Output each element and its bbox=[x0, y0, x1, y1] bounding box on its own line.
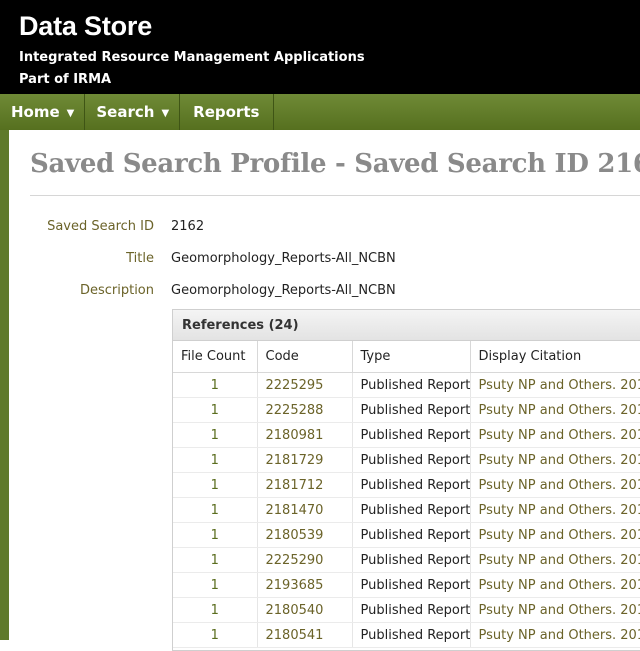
table-row: 1 2181729 Published Report Psuty NP and Oth… bbox=[173, 447, 640, 473]
nav-reports[interactable]: Reports bbox=[180, 94, 275, 130]
main-content: Saved Search Profile - Saved Search ID 2… bbox=[9, 130, 640, 651]
saved-search-id-value: 2162 bbox=[171, 219, 205, 234]
file-count-cell: 1 bbox=[173, 397, 258, 423]
table-row: 1 2225290 Published Report Psuty NP and Oth… bbox=[173, 547, 640, 573]
table-row: 1 2180540 Published Report Psuty NP and Oth… bbox=[173, 597, 640, 623]
citation-link[interactable]: Psuty NP and Others. 2013. S bbox=[470, 572, 640, 598]
code-link[interactable]: 2225288 bbox=[257, 397, 353, 423]
type-cell: Published Report bbox=[352, 372, 471, 398]
type-cell: Published Report bbox=[352, 472, 471, 498]
file-count-cell: 1 bbox=[173, 597, 258, 623]
type-cell: Published Report bbox=[352, 622, 471, 648]
app-subtitle: Integrated Resource Management Applicati… bbox=[19, 50, 365, 65]
code-link[interactable]: 2225290 bbox=[257, 547, 353, 573]
code-link[interactable]: 2225295 bbox=[257, 372, 353, 398]
title-divider bbox=[30, 195, 640, 196]
type-cell: Published Report bbox=[352, 522, 471, 548]
description-label: Description bbox=[79, 283, 154, 298]
code-link[interactable]: 2180540 bbox=[257, 597, 353, 623]
citation-link[interactable]: Psuty NP and Others. 2011. S bbox=[470, 447, 640, 473]
citation-link[interactable]: Psuty NP and Others. 2011. S bbox=[470, 522, 640, 548]
app-parent-label: Part of IRMA bbox=[19, 72, 112, 87]
type-cell: Published Report bbox=[352, 497, 471, 523]
code-link[interactable]: 2180539 bbox=[257, 522, 353, 548]
citation-link[interactable]: Psuty NP and Others. 2011. S bbox=[470, 472, 640, 498]
code-link[interactable]: 2193685 bbox=[257, 572, 353, 598]
citation-link[interactable]: Psuty NP and Others. 2011. S bbox=[470, 497, 640, 523]
table-row: 1 2225288 Published Report Psuty NP and Oth… bbox=[173, 397, 640, 423]
citation-link[interactable]: Psuty NP and Others. 2011. S bbox=[470, 622, 640, 648]
code-link[interactable]: 2181729 bbox=[257, 447, 353, 473]
code-link[interactable]: 2181470 bbox=[257, 497, 353, 523]
column-header-code[interactable]: Code bbox=[257, 341, 353, 373]
type-cell: Published Report bbox=[352, 422, 471, 448]
file-count-cell: 1 bbox=[173, 522, 258, 548]
type-cell: Published Report bbox=[352, 597, 471, 623]
file-count-cell: 1 bbox=[173, 622, 258, 648]
nav-home-label: Home bbox=[11, 103, 60, 121]
chevron-down-icon: ▼ bbox=[66, 108, 75, 119]
main-nav: Home ▼ Search ▼ Reports bbox=[0, 94, 640, 130]
title-label: Title bbox=[126, 251, 154, 266]
table-row: 1 2180539 Published Report Psuty NP and Oth… bbox=[173, 522, 640, 548]
file-count-cell: 1 bbox=[173, 572, 258, 598]
file-count-cell: 1 bbox=[173, 447, 258, 473]
citation-link[interactable]: Psuty NP and Others. 2015. N bbox=[470, 547, 640, 573]
citation-link[interactable]: Psuty NP and Others. 2015. N bbox=[470, 397, 640, 423]
type-cell: Published Report bbox=[352, 397, 471, 423]
column-header-file-count[interactable]: File Count bbox=[173, 341, 258, 373]
description-value: Geomorphology_Reports-All_NCBN bbox=[171, 283, 396, 298]
site-header: Data Store Integrated Resource Managemen… bbox=[0, 0, 640, 94]
saved-search-id-label: Saved Search ID bbox=[47, 219, 154, 234]
references-panel: References (24) File Count Code Type Dis… bbox=[172, 309, 640, 651]
type-cell: Published Report bbox=[352, 447, 471, 473]
title-value: Geomorphology_Reports-All_NCBN bbox=[171, 251, 396, 266]
page-title: Saved Search Profile - Saved Search ID 2… bbox=[30, 149, 640, 179]
citation-link[interactable]: Psuty NP and Others. 2011. S bbox=[470, 422, 640, 448]
file-count-cell: 1 bbox=[173, 372, 258, 398]
references-table: File Count Code Type Display Citation 12… bbox=[173, 341, 640, 648]
nav-reports-label: Reports bbox=[193, 103, 260, 121]
file-count-cell: 1 bbox=[173, 497, 258, 523]
chevron-down-icon: ▼ bbox=[161, 108, 170, 119]
references-body: 1 2225295 Published Report Psuty NP and Oth… bbox=[173, 372, 640, 648]
table-row: 1 2193685 Published Report Psuty NP and Oth… bbox=[173, 572, 640, 598]
column-header-type[interactable]: Type bbox=[352, 341, 471, 373]
references-header-row: File Count Code Type Display Citation bbox=[173, 341, 640, 373]
table-row: 1 2181470 Published Report Psuty NP and Oth… bbox=[173, 497, 640, 523]
type-cell: Published Report bbox=[352, 547, 471, 573]
code-link[interactable]: 2181712 bbox=[257, 472, 353, 498]
code-link[interactable]: 2180981 bbox=[257, 422, 353, 448]
code-link[interactable]: 2180541 bbox=[257, 622, 353, 648]
table-row: 1 2181712 Published Report Psuty NP and Oth… bbox=[173, 472, 640, 498]
citation-link[interactable]: Psuty NP and Others. 2015. N bbox=[470, 372, 640, 398]
citation-link[interactable]: Psuty NP and Others. 2011. S bbox=[470, 597, 640, 623]
file-count-cell: 1 bbox=[173, 547, 258, 573]
table-row: 1 2180541 Published Report Psuty NP and Oth… bbox=[173, 622, 640, 648]
nav-home[interactable]: Home ▼ bbox=[0, 94, 86, 130]
app-title[interactable]: Data Store bbox=[19, 0, 640, 40]
file-count-cell: 1 bbox=[173, 422, 258, 448]
table-row: 1 2180981 Published Report Psuty NP and Oth… bbox=[173, 422, 640, 448]
table-row: 1 2225295 Published Report Psuty NP and Oth… bbox=[173, 372, 640, 398]
file-count-cell: 1 bbox=[173, 472, 258, 498]
references-caption: References (24) bbox=[173, 310, 640, 341]
column-header-display-citation[interactable]: Display Citation bbox=[470, 341, 640, 373]
nav-search[interactable]: Search ▼ bbox=[85, 94, 181, 130]
nav-search-label: Search bbox=[96, 103, 155, 121]
type-cell: Published Report bbox=[352, 572, 471, 598]
